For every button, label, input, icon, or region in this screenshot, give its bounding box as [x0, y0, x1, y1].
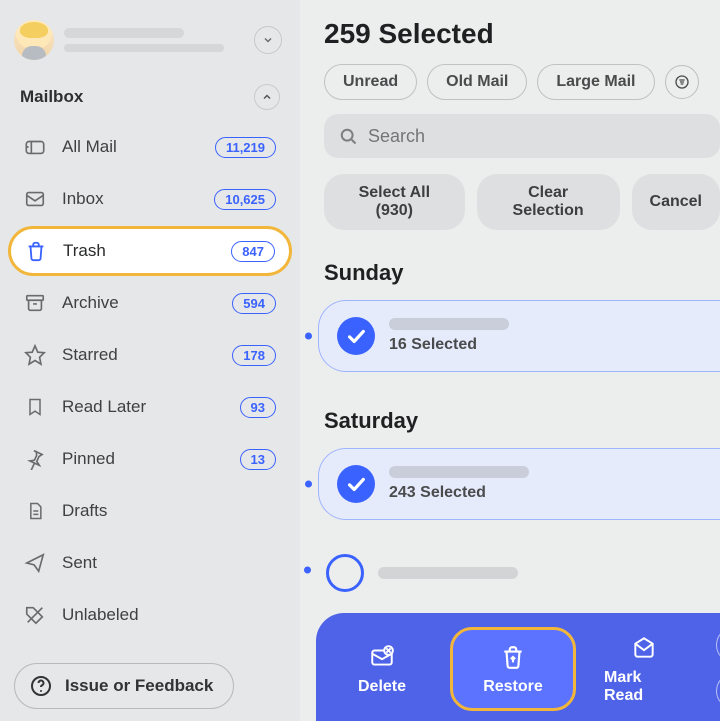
restore-icon [500, 644, 526, 670]
action-label: Mark Read [604, 669, 684, 705]
sidebar-collapse-button[interactable] [254, 84, 280, 110]
message-row-unselected[interactable] [318, 548, 720, 592]
secondary-actions: Mar Spa [716, 627, 720, 711]
sidebar-item-label: Inbox [62, 189, 198, 209]
action-delete[interactable]: Delete [336, 627, 428, 711]
feedback-label: Issue or Feedback [65, 676, 213, 696]
action-spam-truncated[interactable]: Spa [716, 673, 720, 709]
archive-icon [24, 292, 46, 314]
sidebar-item-count: 11,219 [215, 137, 276, 158]
sidebar-item-label: All Mail [62, 137, 199, 157]
sidebar-item-label: Starred [62, 345, 216, 365]
sidebar-item-trash[interactable]: Trash 847 [8, 226, 292, 276]
feedback-button[interactable]: Issue or Feedback [14, 663, 234, 709]
filter-lines-icon [674, 74, 690, 90]
chevron-up-icon [261, 91, 273, 103]
sidebar-item-unlabeled[interactable]: Unlabeled [10, 590, 290, 640]
tag-off-icon [24, 604, 46, 626]
sidebar-item-count: 178 [232, 345, 276, 366]
selection-actions: Select All (930) Clear Selection Cancel [324, 174, 720, 230]
group-card-sunday[interactable]: 16 Selected [318, 300, 720, 372]
profile-expand-button[interactable] [254, 26, 282, 54]
group-card-saturday[interactable]: 243 Selected [318, 448, 720, 520]
checkmark-icon[interactable] [337, 317, 375, 355]
profile-sub-placeholder [64, 44, 224, 52]
trash-icon [25, 240, 47, 262]
day-header-saturday: Saturday [324, 408, 720, 434]
sidebar-item-count: 847 [231, 241, 275, 262]
sidebar-item-label: Unlabeled [62, 605, 276, 625]
action-label: Restore [483, 678, 543, 696]
paper-plane-icon [24, 552, 46, 574]
sidebar-item-all-mail[interactable]: All Mail 11,219 [10, 122, 290, 172]
sidebar-item-drafts[interactable]: Drafts [10, 486, 290, 536]
group-body: 16 Selected [389, 318, 509, 354]
sidebar-item-starred[interactable]: Starred 178 [10, 330, 290, 380]
sidebar-item-count: 93 [240, 397, 276, 418]
group-selected-count: 16 Selected [389, 336, 509, 354]
avatar[interactable] [14, 20, 54, 60]
sidebar-item-read-later[interactable]: Read Later 93 [10, 382, 290, 432]
page-title: 259 Selected [324, 18, 720, 50]
sidebar-item-label: Archive [62, 293, 216, 313]
profile-text [64, 28, 244, 52]
sidebar-item-sent[interactable]: Sent [10, 538, 290, 588]
clear-selection-button[interactable]: Clear Selection [477, 174, 620, 230]
pin-icon [24, 448, 46, 470]
action-restore[interactable]: Restore [450, 627, 576, 711]
star-icon [24, 344, 46, 366]
filter-unread[interactable]: Unread [324, 64, 417, 100]
delete-mail-icon [369, 644, 395, 670]
sidebar-section-header: Mailbox [10, 70, 290, 118]
sender-placeholder [378, 567, 518, 579]
bottom-action-bar: Delete Restore Mark Read Mar Spa [316, 613, 720, 721]
day-header-sunday: Sunday [324, 260, 720, 286]
search-input[interactable] [368, 126, 706, 147]
group-selected-count: 243 Selected [389, 484, 529, 502]
sidebar-item-count: 594 [232, 293, 276, 314]
unchecked-circle-icon[interactable] [326, 554, 364, 592]
help-icon [29, 674, 53, 698]
action-label: Delete [358, 678, 406, 696]
filter-old-mail[interactable]: Old Mail [427, 64, 527, 100]
select-all-button[interactable]: Select All (930) [324, 174, 465, 230]
sidebar-item-inbox[interactable]: Inbox 10,625 [10, 174, 290, 224]
sidebar-section-title: Mailbox [20, 87, 83, 107]
sender-placeholder [389, 466, 529, 478]
inbox-icon [24, 188, 46, 210]
profile-row [10, 16, 290, 70]
sidebar: Mailbox All Mail 11,219 Inbox 10,625 Tra… [0, 0, 300, 721]
action-mark-truncated[interactable]: Mar [716, 627, 720, 663]
sidebar-item-archive[interactable]: Archive 594 [10, 278, 290, 328]
document-icon [24, 500, 46, 522]
bookmark-icon [24, 396, 46, 418]
sidebar-item-label: Read Later [62, 397, 224, 417]
chevron-down-icon [262, 34, 274, 46]
sender-placeholder [389, 318, 509, 330]
search-icon [338, 126, 358, 146]
checkmark-icon[interactable] [337, 465, 375, 503]
filter-row: Unread Old Mail Large Mail [324, 64, 720, 100]
sidebar-item-count: 13 [240, 449, 276, 470]
group-body: 243 Selected [389, 466, 529, 502]
profile-name-placeholder [64, 28, 184, 38]
all-mail-icon [24, 136, 46, 158]
action-mark-read[interactable]: Mark Read [598, 627, 690, 711]
sidebar-item-count: 10,625 [214, 189, 276, 210]
cancel-selection-button[interactable]: Cancel [632, 174, 720, 230]
mark-read-icon [631, 635, 657, 661]
sidebar-item-label: Trash [63, 241, 215, 261]
search-box[interactable] [324, 114, 720, 158]
sidebar-item-label: Sent [62, 553, 276, 573]
sidebar-item-pinned[interactable]: Pinned 13 [10, 434, 290, 484]
mailbox-list: All Mail 11,219 Inbox 10,625 Trash 847 A… [10, 122, 290, 640]
filter-more-button[interactable] [665, 65, 699, 99]
sidebar-item-label: Drafts [62, 501, 276, 521]
filter-large-mail[interactable]: Large Mail [537, 64, 654, 100]
sidebar-item-label: Pinned [62, 449, 224, 469]
